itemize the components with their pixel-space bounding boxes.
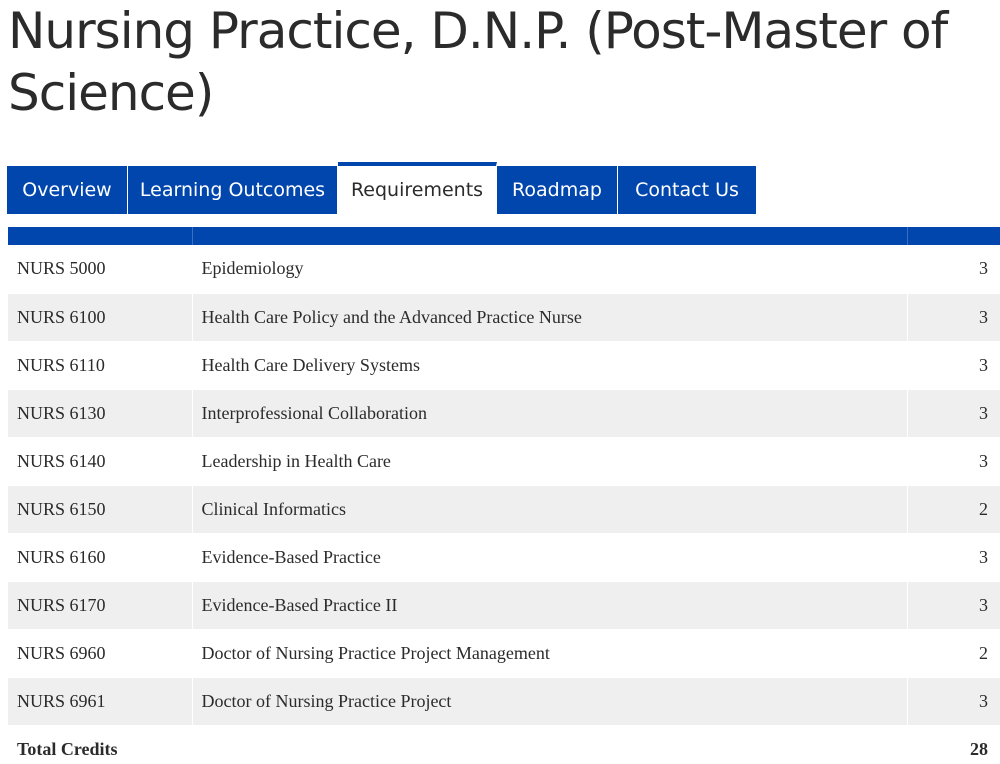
course-code: NURS 6100 [8, 293, 193, 342]
course-code: NURS 6110 [8, 341, 193, 390]
course-title: Doctor of Nursing Practice Project [192, 677, 908, 726]
total-spacer [192, 725, 908, 764]
table-row: NURS 6160 Evidence-Based Practice 3 [8, 533, 1000, 582]
course-credits: 3 [907, 389, 1000, 438]
course-title: Evidence-Based Practice [192, 533, 908, 582]
course-code: NURS 6961 [8, 677, 193, 726]
course-code: NURS 6150 [8, 485, 193, 534]
course-code: NURS 6140 [8, 437, 193, 486]
table-row: NURS 5000 Epidemiology 3 [8, 245, 1000, 294]
course-credits: 2 [907, 629, 1000, 678]
course-code: NURS 6960 [8, 629, 193, 678]
tab-requirements[interactable]: Requirements [338, 162, 497, 214]
course-code: NURS 6160 [8, 533, 193, 582]
course-title: Health Care Delivery Systems [192, 341, 908, 390]
course-title: Epidemiology [192, 245, 908, 294]
table-row: NURS 6130 Interprofessional Collaboratio… [8, 389, 1000, 438]
table-row: NURS 6140 Leadership in Health Care 3 [8, 437, 1000, 486]
course-credits: 3 [907, 533, 1000, 582]
table-row: NURS 6150 Clinical Informatics 2 [8, 485, 1000, 534]
program-tabs: Overview Learning Outcomes Requirements … [7, 162, 756, 214]
table-row: NURS 6110 Health Care Delivery Systems 3 [8, 341, 1000, 390]
course-credits: 3 [907, 437, 1000, 486]
course-credits: 2 [907, 485, 1000, 534]
course-code: NURS 6130 [8, 389, 193, 438]
course-title: Interprofessional Collaboration [192, 389, 908, 438]
course-credits: 3 [907, 581, 1000, 630]
total-credits-label: Total Credits [8, 725, 193, 764]
table-header-title [192, 227, 908, 245]
course-code: NURS 5000 [8, 245, 193, 294]
table-row: NURS 6960 Doctor of Nursing Practice Pro… [8, 629, 1000, 678]
tab-contact-us[interactable]: Contact Us [618, 166, 756, 214]
course-credits: 3 [907, 341, 1000, 390]
page-title: Nursing Practice, D.N.P. (Post-Master of… [8, 2, 948, 122]
course-code: NURS 6170 [8, 581, 193, 630]
table-row: NURS 6100 Health Care Policy and the Adv… [8, 293, 1000, 342]
table-header-credits [907, 227, 1000, 245]
course-credits: 3 [907, 293, 1000, 342]
table-header-code [8, 227, 193, 245]
table-row: NURS 6170 Evidence-Based Practice II 3 [8, 581, 1000, 630]
course-title: Evidence-Based Practice II [192, 581, 908, 630]
tab-overview[interactable]: Overview [7, 166, 128, 214]
table-header-row [8, 227, 1000, 245]
course-credits: 3 [907, 245, 1000, 294]
course-credits: 3 [907, 677, 1000, 726]
tab-learning-outcomes[interactable]: Learning Outcomes [128, 166, 338, 214]
total-row: Total Credits 28 [8, 725, 1000, 764]
total-credits-value: 28 [907, 725, 1000, 764]
course-title: Health Care Policy and the Advanced Prac… [192, 293, 908, 342]
tab-roadmap[interactable]: Roadmap [497, 166, 618, 214]
course-title: Leadership in Health Care [192, 437, 908, 486]
table-row: NURS 6961 Doctor of Nursing Practice Pro… [8, 677, 1000, 726]
requirements-table: NURS 5000 Epidemiology 3 NURS 6100 Healt… [8, 227, 1000, 764]
course-title: Clinical Informatics [192, 485, 908, 534]
course-title: Doctor of Nursing Practice Project Manag… [192, 629, 908, 678]
